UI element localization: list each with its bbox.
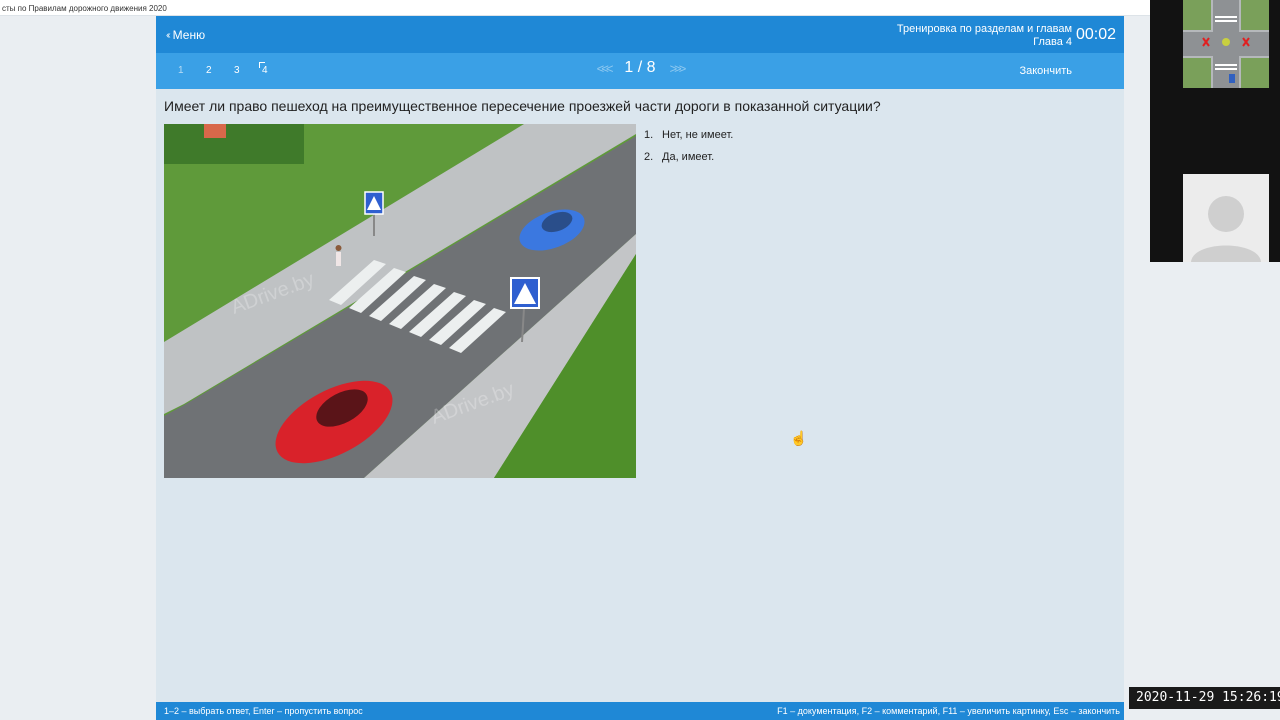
footer-hint-left: 1–2 – выбрать ответ, Enter – пропустить …: [164, 706, 363, 716]
window-title: сты по Правилам дорожного движения 2020: [0, 0, 1150, 16]
hand-cursor-icon: ☝: [790, 430, 808, 446]
next-arrow-icon[interactable]: >>>: [670, 61, 687, 76]
prev-arrow-icon[interactable]: <<<: [597, 61, 614, 76]
answer-option-2[interactable]: 2. Да, имеет.: [644, 146, 733, 168]
timestamp-overlay: 2020-11-29 15:26:19: [1129, 687, 1280, 709]
footer-bar: 1–2 – выбрать ответ, Enter – пропустить …: [156, 702, 1124, 720]
answer-text: Нет, не имеет.: [662, 129, 734, 141]
pager: <<< 1 / 8 >>>: [156, 59, 1124, 77]
menu-label: Меню: [172, 28, 206, 42]
intersection-icon: [1183, 0, 1269, 88]
question-text: Имеет ли право пешеход на преимущественн…: [164, 98, 881, 114]
test-app: ‹‹ Меню Тренировка по разделам и главам …: [156, 16, 1124, 720]
double-chevron-left-icon: ‹‹: [166, 29, 170, 41]
question-counter: 1 / 8: [624, 59, 656, 76]
answer-list: 1. Нет, не имеет. 2. Да, имеет.: [644, 124, 733, 168]
crosswalk-illustration: ADrive.by ADrive.by: [164, 124, 636, 478]
chapter-label: Глава 4: [1033, 36, 1072, 48]
header-bar: ‹‹ Меню Тренировка по разделам и главам …: [156, 16, 1124, 53]
footer-hint-right: F1 – документация, F2 – комментарий, F11…: [777, 706, 1120, 716]
answer-number: 1.: [644, 129, 654, 141]
answer-option-1[interactable]: 1. Нет, не имеет.: [644, 124, 733, 146]
question-picture[interactable]: ADrive.by ADrive.by: [164, 124, 636, 478]
navigation-bar: 1 2 3 4 <<< 1 / 8 >>> Закончить: [156, 53, 1124, 89]
mode-title: Тренировка по разделам и главам: [896, 23, 1072, 35]
person-icon: [1183, 174, 1269, 262]
menu-button[interactable]: ‹‹ Меню: [166, 28, 205, 42]
mode-info: Тренировка по разделам и главам Глава 4: [897, 23, 1072, 49]
user-avatar: [1183, 174, 1269, 262]
webcam-panel: [1150, 0, 1280, 262]
answer-number: 2.: [644, 151, 654, 163]
finish-button[interactable]: Закончить: [1019, 65, 1072, 77]
answer-text: Да, имеет.: [662, 151, 715, 163]
intersection-thumbnail: [1183, 0, 1269, 88]
timer: 00:02: [1075, 26, 1116, 43]
